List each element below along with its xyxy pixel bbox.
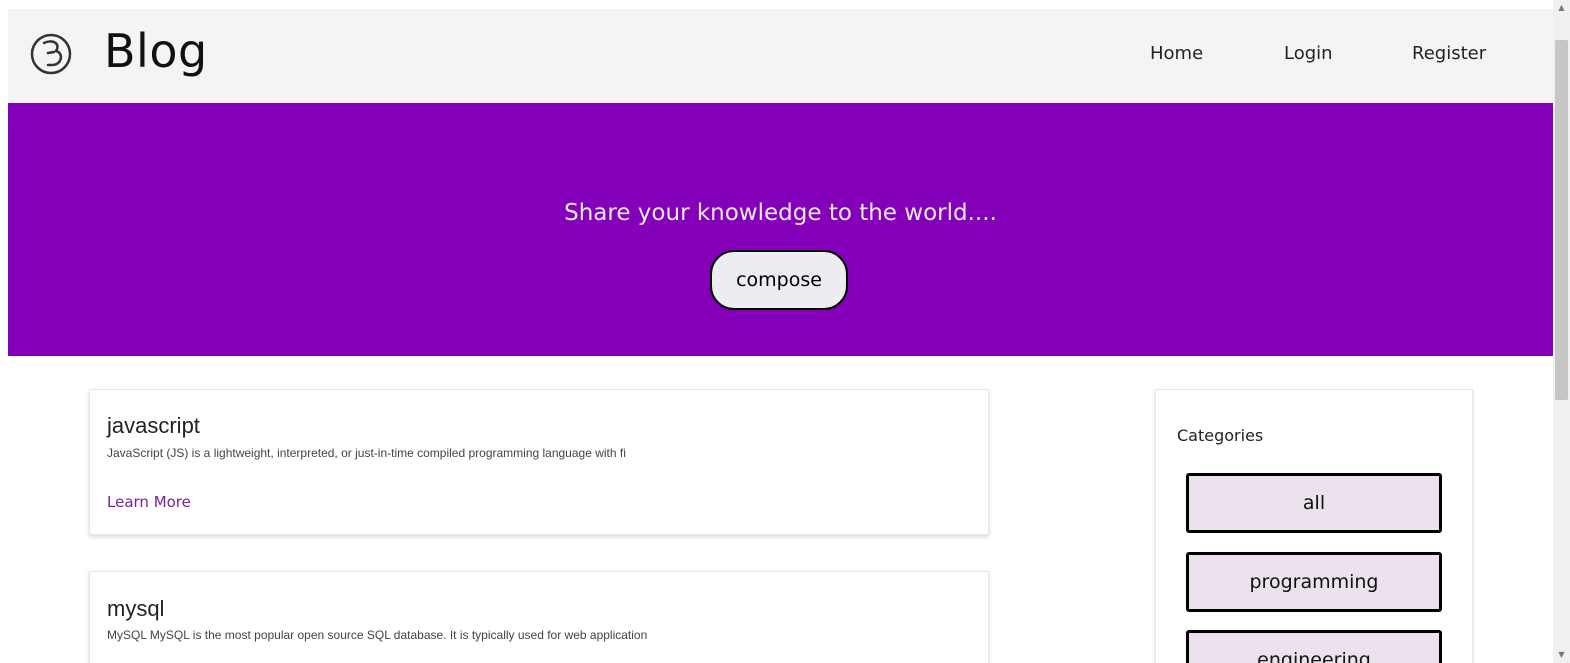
categories-title: Categories: [1177, 426, 1264, 445]
post-title: mysql: [107, 596, 165, 621]
nav-home-link[interactable]: Home: [1150, 43, 1203, 64]
brand-title[interactable]: Blog: [104, 24, 208, 78]
learn-more-link[interactable]: Learn More: [107, 493, 191, 511]
category-engineering-button[interactable]: engineering: [1186, 630, 1442, 663]
category-all-button[interactable]: all: [1186, 473, 1442, 533]
nav-login-link[interactable]: Login: [1284, 43, 1333, 64]
scroll-up-arrow-icon[interactable]: ▲: [1553, 0, 1570, 16]
post-excerpt: JavaScript (JS) is a lightweight, interp…: [107, 446, 626, 460]
post-card: mysql MySQL MySQL is the most popular op…: [89, 571, 989, 663]
categories-sidebar: Categories all programming engineering: [1155, 389, 1473, 663]
hero-tagline: Share your knowledge to the world....: [564, 200, 997, 226]
vertical-scrollbar[interactable]: ▲ ▼: [1553, 0, 1570, 663]
compose-button[interactable]: compose: [710, 250, 848, 310]
b-circle-logo-icon[interactable]: [28, 31, 74, 77]
post-title: javascript: [107, 413, 200, 438]
nav-register-link[interactable]: Register: [1412, 43, 1486, 64]
post-excerpt: MySQL MySQL is the most popular open sou…: [107, 628, 648, 642]
top-strip: [0, 0, 1552, 9]
page: Blog Home Login Register Share your know…: [0, 0, 1570, 663]
scroll-down-arrow-icon[interactable]: ▼: [1553, 647, 1570, 663]
navbar: Blog Home Login Register: [8, 9, 1553, 103]
category-programming-button[interactable]: programming: [1186, 552, 1442, 612]
post-card: javascript JavaScript (JS) is a lightwei…: [89, 389, 989, 535]
scrollbar-thumb[interactable]: [1555, 40, 1568, 400]
hero-banner: Share your knowledge to the world.... co…: [8, 103, 1553, 356]
